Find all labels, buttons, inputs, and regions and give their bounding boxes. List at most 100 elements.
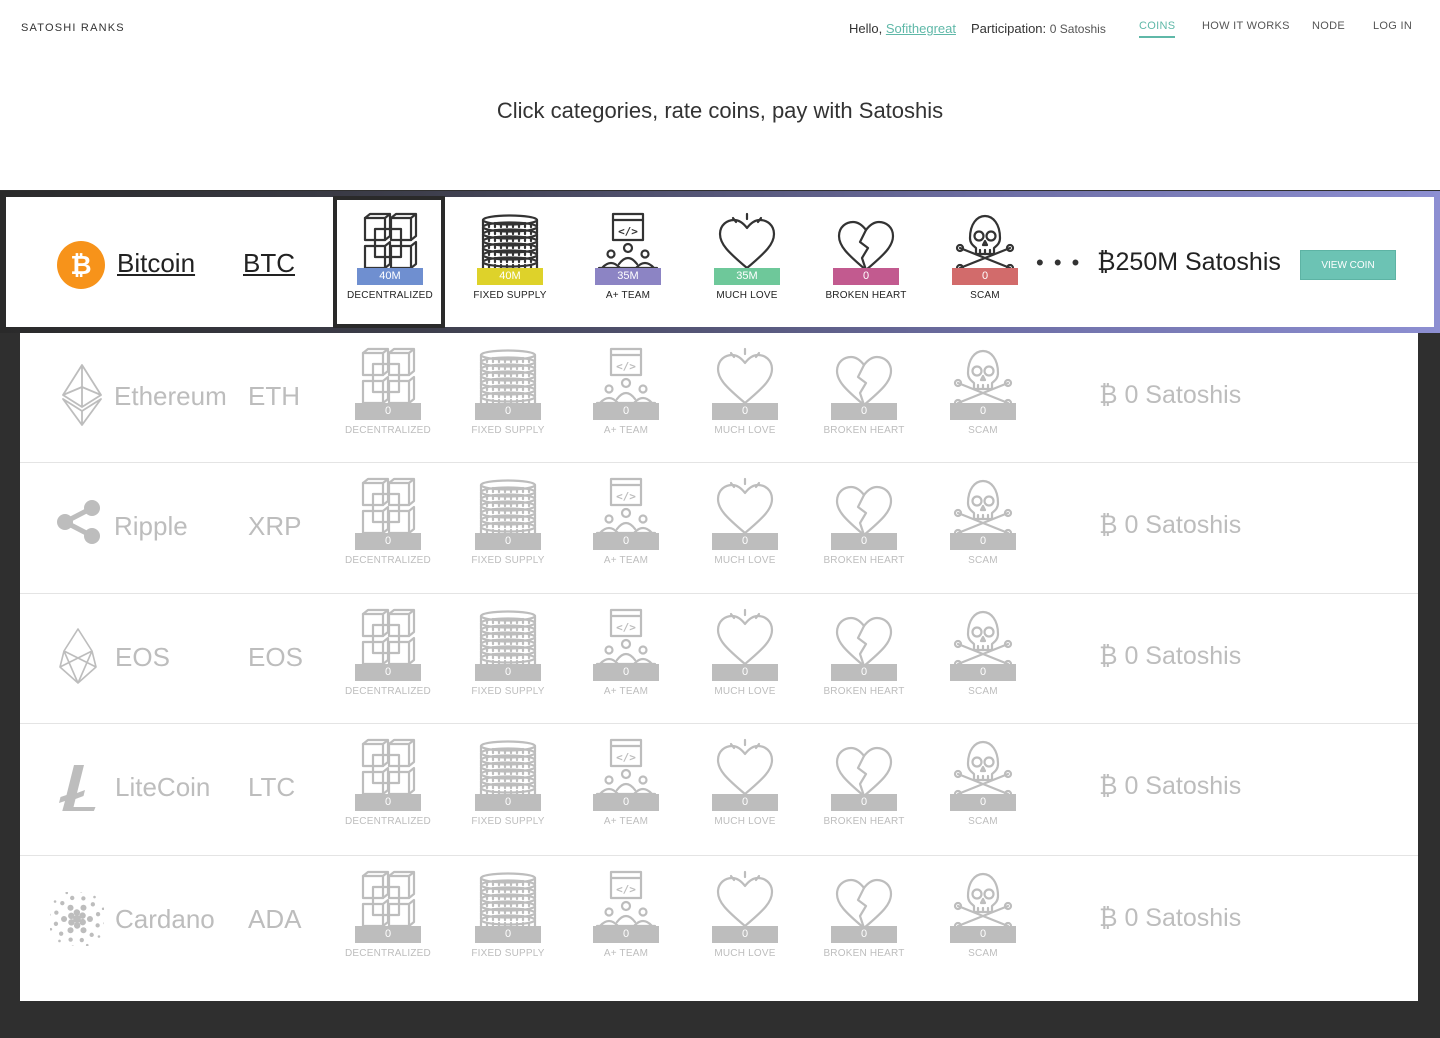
coin-stack-icon <box>452 608 564 670</box>
category-broken-heart[interactable]: 0 BROKEN HEART <box>808 738 920 827</box>
team-icon: </> <box>570 477 682 539</box>
featured-coin-symbol[interactable]: BTC <box>243 248 295 279</box>
category-scam[interactable]: 0 SCAM <box>927 347 1039 436</box>
category-fixed-supply[interactable]: 0 FIXED SUPPLY <box>452 477 564 566</box>
category-value-bar: 0 <box>831 533 897 550</box>
brand-logo[interactable]: SATOSHI RANKS <box>21 22 125 34</box>
coin-name[interactable]: Ethereum <box>114 381 227 412</box>
coin-total: ₿ 0 Satoshis <box>1099 511 1242 539</box>
category-value-bar: 0 <box>593 533 659 550</box>
team-icon: </> <box>570 738 682 800</box>
category-decentralized[interactable]: 0 DECENTRALIZED <box>332 870 444 959</box>
category-a-team[interactable]: </> 0 A+ TEAM <box>570 347 682 436</box>
svg-text:</>: </> <box>616 490 636 503</box>
category-broken-heart[interactable]: 0 BROKEN HEART <box>808 870 920 959</box>
svg-text:₿: ₿ <box>70 251 91 281</box>
broken-heart-icon <box>808 608 920 670</box>
category-fixed-supply[interactable]: 0 FIXED SUPPLY <box>452 870 564 959</box>
category-much-love[interactable]: 0 MUCH LOVE <box>689 870 801 959</box>
coin-name[interactable]: LiteCoin <box>115 772 210 803</box>
coin-row-ada[interactable]: Cardano ADA 0 DECENTRALIZED 0 FIXED SUPPLY <… <box>20 856 1418 1001</box>
coin-symbol[interactable]: LTC <box>248 772 295 803</box>
category-label: BROKEN HEART <box>823 816 905 827</box>
category-broken-heart[interactable]: 0 BROKEN HEART <box>808 477 920 566</box>
featured-category-a-team[interactable]: </> 35M A+ TEAM <box>572 212 684 301</box>
cardano-icon <box>47 889 107 951</box>
svg-text:</>: </> <box>616 751 636 764</box>
featured-category-much-love[interactable]: 35M MUCH LOVE <box>691 212 803 301</box>
coin-stack-icon <box>452 870 564 932</box>
skull-icon <box>929 212 1041 274</box>
category-fixed-supply[interactable]: 0 FIXED SUPPLY <box>452 738 564 827</box>
participation-value: 0 Satoshis <box>1049 22 1106 36</box>
category-much-love[interactable]: 0 MUCH LOVE <box>689 738 801 827</box>
category-scam[interactable]: 0 SCAM <box>927 870 1039 959</box>
category-much-love[interactable]: 0 MUCH LOVE <box>689 608 801 697</box>
category-value-bar: 0 <box>593 403 659 420</box>
featured-category-broken-heart[interactable]: 0 BROKEN HEART <box>810 212 922 301</box>
coin-symbol[interactable]: ADA <box>248 904 301 935</box>
more-categories-button[interactable]: • • • <box>1036 250 1081 276</box>
coin-symbol[interactable]: XRP <box>248 511 301 542</box>
category-broken-heart[interactable]: 0 BROKEN HEART <box>808 608 920 697</box>
category-a-team[interactable]: </> 0 A+ TEAM <box>570 608 682 697</box>
blocks-icon <box>332 477 444 539</box>
category-label: A+ TEAM <box>603 686 649 697</box>
coin-row-ltc[interactable]: LiteCoin LTC 0 DECENTRALIZED 0 FIXED SUPPLY … <box>20 724 1418 856</box>
nav-coins[interactable]: COINS <box>1139 20 1176 38</box>
nav-log-in[interactable]: LOG IN <box>1373 20 1412 32</box>
coin-row-eth[interactable]: Ethereum ETH 0 DECENTRALIZED 0 FIXED SUPPLY … <box>20 333 1418 463</box>
greeting-prefix: Hello, <box>849 21 883 36</box>
participation: Participation: 0 Satoshis <box>971 21 1106 36</box>
category-label: SCAM <box>968 686 998 697</box>
featured-coin-name[interactable]: Bitcoin <box>117 248 195 279</box>
nav-how-it-works[interactable]: HOW IT WORKS <box>1202 20 1290 32</box>
skull-icon <box>927 477 1039 539</box>
category-value-bar: 0 <box>593 794 659 811</box>
featured-category-scam[interactable]: 0 SCAM <box>929 212 1041 301</box>
coin-stack-icon <box>454 212 566 274</box>
category-much-love[interactable]: 0 MUCH LOVE <box>689 477 801 566</box>
category-much-love[interactable]: 0 MUCH LOVE <box>689 347 801 436</box>
category-decentralized[interactable]: 0 DECENTRALIZED <box>332 608 444 697</box>
heart-icon <box>689 870 801 932</box>
category-value-bar: 0 <box>593 664 659 681</box>
coin-stack-icon <box>452 738 564 800</box>
coin-name[interactable]: Cardano <box>115 904 215 935</box>
category-label: BROKEN HEART <box>823 686 905 697</box>
category-fixed-supply[interactable]: 0 FIXED SUPPLY <box>452 347 564 436</box>
category-label: BROKEN HEART <box>825 290 907 301</box>
category-value-bar: 35M <box>595 268 661 285</box>
blocks-icon <box>332 870 444 932</box>
category-a-team[interactable]: </> 0 A+ TEAM <box>570 477 682 566</box>
category-decentralized[interactable]: 0 DECENTRALIZED <box>332 347 444 436</box>
category-scam[interactable]: 0 SCAM <box>927 608 1039 697</box>
bitcoin-icon: ₿ <box>56 240 106 290</box>
coin-row-xrp[interactable]: Ripple XRP 0 DECENTRALIZED 0 FIXED SUPPLY </… <box>20 463 1418 594</box>
coin-name[interactable]: EOS <box>115 642 170 673</box>
coin-stack-icon <box>452 477 564 539</box>
category-scam[interactable]: 0 SCAM <box>927 477 1039 566</box>
featured-category-decentralized[interactable]: 40M DECENTRALIZED <box>334 212 446 301</box>
category-a-team[interactable]: </> 0 A+ TEAM <box>570 870 682 959</box>
category-scam[interactable]: 0 SCAM <box>927 738 1039 827</box>
coin-symbol[interactable]: EOS <box>248 642 303 673</box>
username-link[interactable]: Sofithegreat <box>886 21 956 36</box>
coin-row-eos[interactable]: EOS EOS 0 DECENTRALIZED 0 FIXED SUPPLY </> 0… <box>20 594 1418 724</box>
featured-category-fixed-supply[interactable]: 40M FIXED SUPPLY <box>454 212 566 301</box>
blocks-icon <box>334 212 446 274</box>
category-decentralized[interactable]: 0 DECENTRALIZED <box>332 738 444 827</box>
view-coin-button[interactable]: VIEW COIN <box>1300 250 1396 280</box>
coin-symbol[interactable]: ETH <box>248 381 300 412</box>
coin-name[interactable]: Ripple <box>114 511 188 542</box>
nav-node[interactable]: NODE <box>1312 20 1345 32</box>
heart-icon <box>689 608 801 670</box>
coin-list: Ethereum ETH 0 DECENTRALIZED 0 FIXED SUPPLY … <box>20 333 1418 1001</box>
category-label: BROKEN HEART <box>823 948 905 959</box>
heart-icon <box>689 347 801 409</box>
category-decentralized[interactable]: 0 DECENTRALIZED <box>332 477 444 566</box>
category-broken-heart[interactable]: 0 BROKEN HEART <box>808 347 920 436</box>
category-value-bar: 40M <box>477 268 543 285</box>
category-a-team[interactable]: </> 0 A+ TEAM <box>570 738 682 827</box>
category-fixed-supply[interactable]: 0 FIXED SUPPLY <box>452 608 564 697</box>
